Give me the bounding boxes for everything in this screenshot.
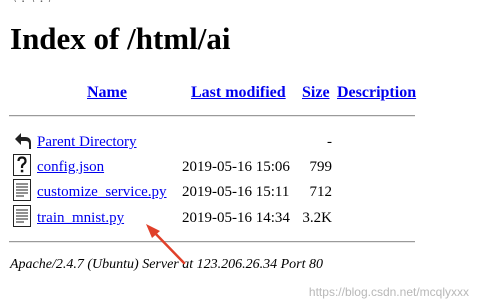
watermark-text: https://blog.csdn.net/mcqlyxxx	[308, 285, 469, 299]
red-annotation-arrow	[146, 224, 186, 265]
